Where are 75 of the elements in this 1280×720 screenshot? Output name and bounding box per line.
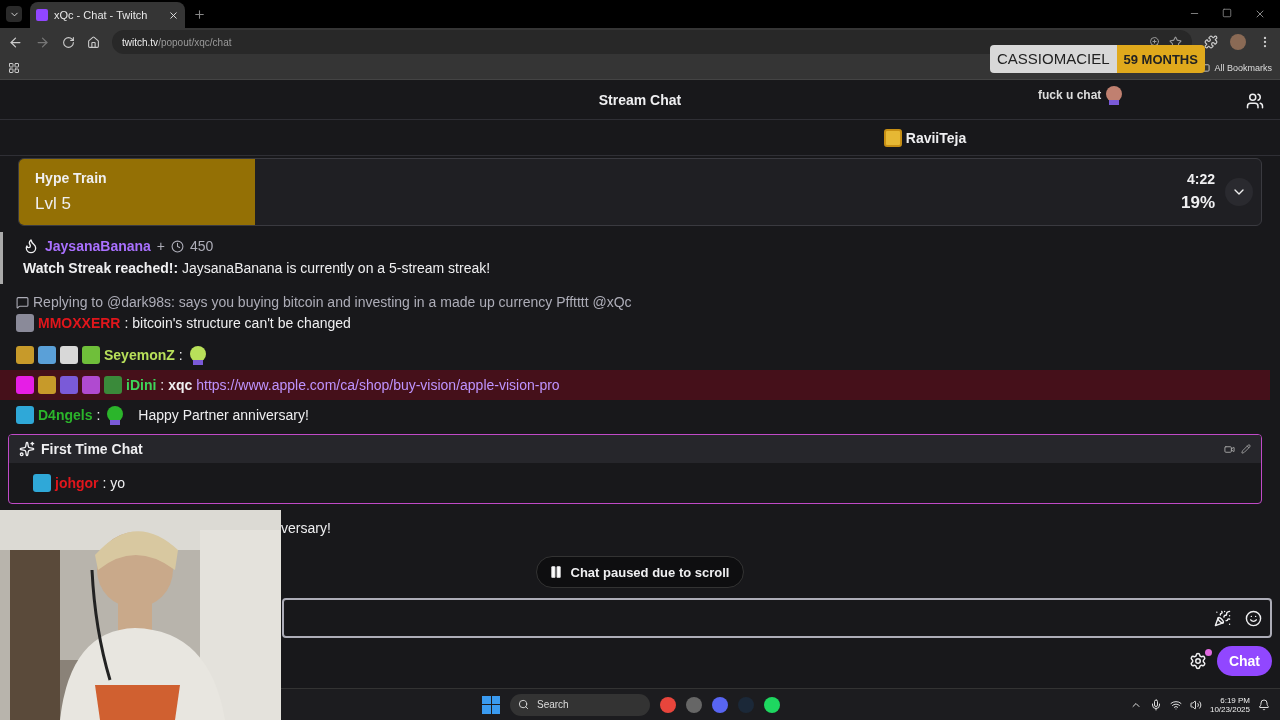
hype-train-title: Hype Train (35, 170, 107, 186)
username[interactable]: JaysanaBanana (45, 238, 151, 254)
expand-button[interactable] (1225, 178, 1253, 206)
username[interactable]: SeyemonZ (104, 347, 175, 363)
extensions-icon[interactable] (1204, 35, 1218, 49)
clock-icon (171, 239, 185, 253)
profile-avatar[interactable] (1230, 34, 1246, 50)
chat-paused-button[interactable]: Chat paused due to scroll (535, 556, 745, 588)
new-tab-icon[interactable] (193, 7, 206, 21)
home-icon[interactable] (87, 35, 100, 49)
chat-input-field[interactable] (282, 598, 1272, 638)
microphone-icon[interactable] (1149, 698, 1162, 711)
username[interactable]: D4ngels (38, 407, 93, 423)
browser-tab[interactable]: xQc - Chat - Twitch (30, 2, 185, 28)
message-text: versary! (281, 520, 331, 536)
chat-send-button[interactable]: Chat (1216, 646, 1272, 676)
tab-title: xQc - Chat - Twitch (54, 9, 148, 21)
points-sign: + (156, 238, 166, 254)
browser-app-icon[interactable] (660, 696, 676, 713)
notification-dot (1204, 649, 1212, 656)
gift-icon (883, 128, 902, 147)
reply-icon (16, 295, 29, 309)
points-value: 450 (190, 238, 214, 254)
username[interactable]: iDini (126, 377, 157, 393)
hype-percent: 19% (1180, 193, 1215, 213)
message-text: : yo (102, 475, 126, 491)
subscription-alert: CASSIOMACIEL 59 MONTHS (990, 45, 1205, 73)
message-link[interactable]: https://www.apple.com/ca/shop/buy-vision/apple-vision-pro (196, 377, 560, 393)
network-icon[interactable] (1169, 698, 1182, 711)
streak-message: Watch Streak reached!: JaysanaBanana is currently on a 5-stream streak! (23, 260, 492, 276)
app-icon[interactable] (686, 696, 702, 713)
chat-title: Stream Chat (598, 91, 682, 108)
message-text: : (96, 407, 101, 423)
camera-icon[interactable] (1224, 443, 1235, 455)
users-icon[interactable] (1246, 92, 1264, 110)
back-icon[interactable] (8, 34, 23, 50)
url-text: twitch.tv/popout/xqc/chat (122, 36, 232, 48)
message-text: : xqc (160, 377, 193, 393)
floating-message: fuck u chat (1038, 88, 1102, 102)
search-placeholder: Search (537, 699, 569, 710)
settings-icon[interactable] (1188, 652, 1207, 670)
music-app-icon[interactable] (764, 696, 780, 713)
close-icon[interactable] (168, 9, 179, 21)
reply-context[interactable]: Replying to @dark98s: says you buying bitcoin and investing in a made up currency Pfftttt @xQc (33, 294, 632, 310)
gifter-name: RaviiTeja (905, 129, 967, 146)
apps-icon[interactable] (8, 61, 20, 74)
hype-level: Lvl 5 (35, 194, 72, 214)
zoom-icon[interactable] (1149, 36, 1161, 48)
notification-icon[interactable] (1258, 698, 1270, 711)
windows-start-icon[interactable] (482, 695, 500, 714)
sparkle-icon (19, 441, 35, 457)
forward-icon[interactable] (35, 34, 50, 50)
flame-icon (23, 238, 39, 254)
search-icon (518, 699, 529, 710)
taskbar-clock[interactable]: 6:19 PM 10/23/2025 (1209, 695, 1250, 714)
chat-app-icon[interactable] (712, 696, 728, 713)
emoji-icon[interactable] (1245, 609, 1262, 627)
username[interactable]: MMOXXERR (38, 315, 121, 331)
first-time-chat-title: First Time Chat (41, 441, 143, 457)
pause-icon (548, 565, 563, 579)
hype-timer: 4:22 (1186, 171, 1215, 187)
address-bar[interactable]: twitch.tv/popout/xqc/chat (112, 30, 1192, 54)
tab-menu-button[interactable] (6, 6, 22, 22)
volume-icon[interactable] (1189, 698, 1202, 711)
reload-icon[interactable] (62, 35, 75, 49)
taskbar-search-field[interactable]: Search (510, 693, 650, 716)
message-text: : bitcoin's structure can't be changed (124, 315, 351, 331)
close-icon[interactable] (1254, 8, 1266, 20)
username[interactable]: johgor (55, 475, 99, 491)
maximize-icon[interactable] (1222, 8, 1232, 18)
bookmarks-link[interactable]: All Bookmarks (1214, 62, 1272, 73)
message-text: Happy Partner anniversary! (138, 407, 309, 423)
party-popper-icon[interactable] (1214, 609, 1231, 627)
message-text: : (178, 347, 183, 363)
twitch-logo-icon (36, 9, 48, 21)
